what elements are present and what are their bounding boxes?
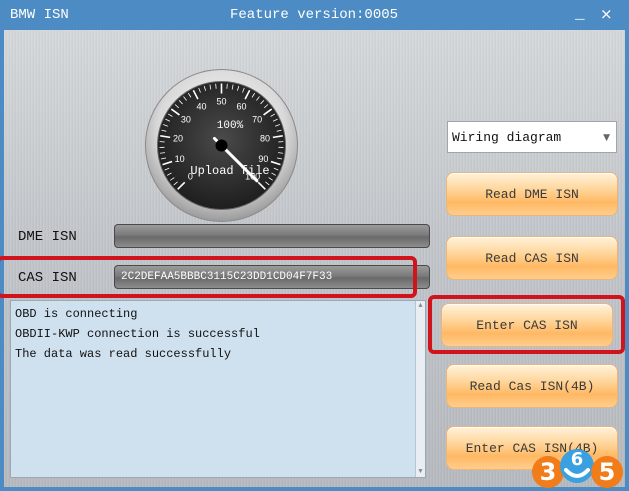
gauge-tick-label: 10: [175, 154, 185, 164]
chevron-down-icon: ▼: [603, 133, 610, 143]
feature-version: Feature version:0005: [230, 7, 399, 23]
gauge-tick-label: 90: [258, 154, 268, 164]
gauge-tick-label: 30: [181, 115, 191, 125]
dme-isn-field[interactable]: [114, 224, 430, 248]
log-output[interactable]: OBD is connecting OBDII-KWP connection i…: [10, 300, 426, 478]
read-dme-isn-button[interactable]: Read DME ISN: [446, 172, 618, 216]
wiring-diagram-dropdown[interactable]: Wiring diagram ▼: [447, 121, 617, 153]
gauge-tick-label: 60: [236, 101, 246, 111]
close-button[interactable]: ×: [600, 5, 613, 23]
dme-isn-label: DME ISN: [18, 229, 77, 245]
dropdown-selected: Wiring diagram: [452, 130, 562, 145]
gauge-percent: 100%: [217, 120, 244, 132]
gauge-hub: [215, 139, 228, 152]
watermark-digit-6: 6: [571, 449, 584, 470]
read-cas-isn-4b-button[interactable]: Read Cas ISN(4B): [446, 364, 618, 408]
scroll-down-icon[interactable]: ▼: [416, 467, 425, 477]
client-area: 0102030405060708090100 100% Upload file …: [0, 30, 625, 487]
gauge-tick-label: 20: [173, 134, 183, 144]
title-bar: BMW ISN Feature version:0005 _ ×: [0, 0, 629, 30]
log-lines: OBD is connecting OBDII-KWP connection i…: [11, 307, 260, 367]
gauge-tick-label: 80: [260, 134, 270, 144]
gauge-tick-label: 70: [252, 115, 262, 125]
gauge-tick-label: 40: [197, 101, 207, 111]
log-scrollbar[interactable]: ▲ ▼: [415, 301, 425, 477]
cas-isn-highlight: [0, 256, 417, 298]
log-line: OBDII-KWP connection is successful: [15, 327, 260, 341]
progress-gauge: 0102030405060708090100 100% Upload file: [145, 69, 298, 222]
enter-cas-isn-button[interactable]: Enter CAS ISN: [441, 303, 613, 347]
gauge-tick-label: 50: [216, 97, 226, 107]
app-window: BMW ISN Feature version:0005 _ × 01020: [0, 0, 629, 491]
minimize-button[interactable]: _: [575, 5, 585, 23]
watermark-digit-5: 5: [599, 458, 616, 486]
log-line: OBD is connecting: [15, 307, 138, 321]
app-title: BMW ISN: [10, 7, 69, 23]
scroll-up-icon[interactable]: ▲: [416, 301, 425, 311]
watermark-logo: 3 6 5: [532, 449, 623, 488]
log-line: The data was read successfully: [15, 347, 232, 361]
gauge-caption: Upload file: [190, 164, 269, 178]
read-cas-isn-button[interactable]: Read CAS ISN: [446, 236, 618, 280]
watermark-digit-3: 3: [540, 458, 557, 486]
